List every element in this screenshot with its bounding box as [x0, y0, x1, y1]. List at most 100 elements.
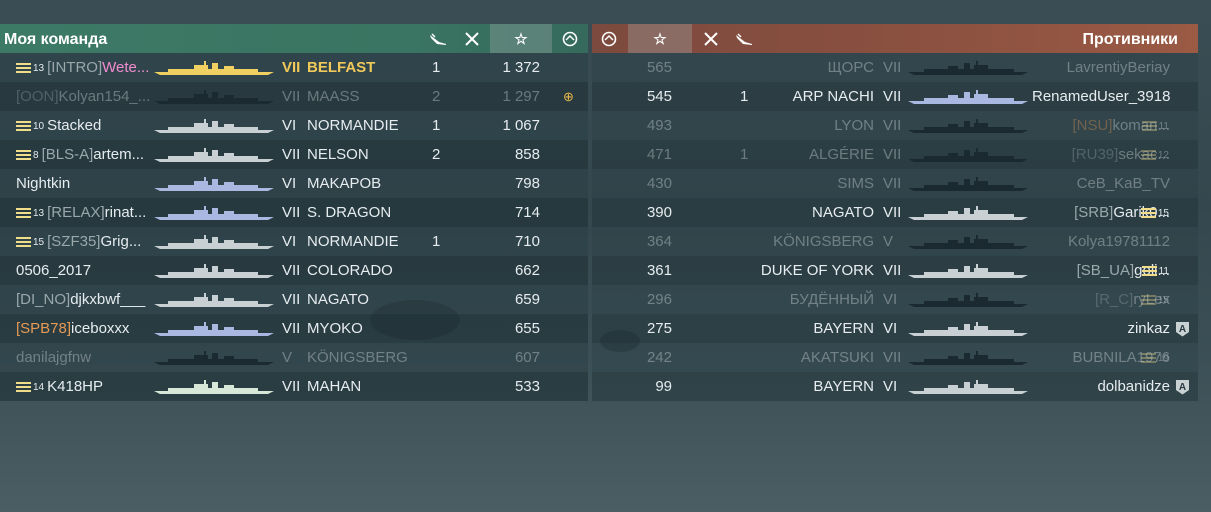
ship-tier: VII — [883, 59, 902, 76]
base-xp: 662 — [514, 262, 540, 279]
player-name: Nightkin — [16, 175, 71, 192]
ship-silhouette-icon — [154, 206, 274, 220]
ship-silhouette — [908, 177, 1028, 191]
player-row[interactable]: [SPB78]iceboxxx VII MYOKO 655 — [0, 314, 588, 343]
rank-insignia-icon — [1140, 353, 1156, 364]
player-row[interactable]: Nightkin VI MAKAPOB 798 — [0, 169, 588, 198]
clan-tag: [SRB] — [1074, 204, 1114, 221]
rank-insignia-icon — [1140, 208, 1156, 219]
ship-name: MYOKO — [307, 320, 363, 337]
base-xp: 296 — [646, 291, 672, 308]
player-row[interactable]: 14 K418HP VII MAHAN 533 — [0, 372, 588, 401]
player-row[interactable]: [OON]Kolyan154_... VII MAASS 2 1 297 ⊕ — [0, 82, 588, 111]
ship-silhouette — [908, 322, 1028, 336]
ship-tier: V — [883, 233, 894, 250]
player-name-cell: LavrentiyBeriay — [1032, 53, 1170, 82]
ship-name: COLORADO — [307, 262, 393, 279]
player-row[interactable]: 13 [RELAX]rinat... VII S. DRAGON 714 — [0, 198, 588, 227]
ship-silhouette — [154, 380, 274, 394]
dogtag-icon[interactable] — [554, 24, 586, 53]
player-row[interactable]: 430 SIMS VII CeB_KaB_TV — [592, 169, 1198, 198]
ship-tier: V — [282, 349, 293, 366]
ship-silhouette — [908, 148, 1028, 162]
player-row[interactable]: 390NAGATOVII[SRB]Garik0...15 — [592, 198, 1198, 227]
ship-silhouette — [154, 148, 274, 162]
base-xp: 275 — [646, 320, 672, 337]
bot-badge-cell: A — [1176, 372, 1189, 401]
rank-insignia-icon — [1141, 121, 1157, 132]
player-name-cell: 13 [RELAX]rinat... — [16, 198, 152, 227]
ship-silhouette — [908, 293, 1028, 307]
ship-tier: VI — [282, 175, 297, 192]
rank-cell: 11 — [1132, 256, 1172, 285]
ship-name: KÖNIGSBERG — [307, 349, 408, 366]
ship-silhouette — [908, 61, 1028, 75]
player-row[interactable]: 493LYONVII[NSU]koman...11 — [592, 111, 1198, 140]
xp-sort-star-icon[interactable]: ☆ — [628, 24, 692, 53]
ship-name: AKATSUKI — [800, 349, 874, 366]
player-name-cell: zinkaz — [1032, 314, 1170, 343]
player-row[interactable]: 242 AKATSUKI VII BUBNILA1976 19 — [592, 343, 1198, 372]
ship-tier: VII — [282, 291, 301, 308]
player-name-cell: 13 [INTRO]Wete... — [16, 53, 152, 82]
base-xp: 565 — [646, 59, 672, 76]
plane-kill-icon[interactable] — [730, 24, 758, 53]
base-xp: 493 — [646, 117, 672, 134]
player-row[interactable]: 565 ЩОРС VII LavrentiyBeriay — [592, 53, 1198, 82]
player-row[interactable]: 15 [SZF35]Grig... VI NORMANDIE 1 710 — [0, 227, 588, 256]
base-xp: 858 — [514, 146, 540, 163]
plane-kill-icon[interactable] — [424, 24, 452, 53]
ship-silhouette — [908, 90, 1028, 104]
xp-sort-star-icon[interactable]: ☆ — [490, 24, 552, 53]
player-row[interactable]: 4711ALGÉRIEVII[RU39]sekac...12 — [592, 140, 1198, 169]
ship-tier: VII — [883, 117, 902, 134]
rank-insignia-icon — [16, 150, 31, 161]
player-name-cell: dolbanidze — [1032, 372, 1170, 401]
ship-silhouette-icon — [908, 61, 1028, 75]
award-icon: ⊕ — [563, 89, 574, 104]
ship-silhouette-icon — [154, 177, 274, 191]
player-row[interactable]: 0506_2017 VII COLORADO 662 — [0, 256, 588, 285]
player-row[interactable]: 275 BAYERN VI zinkaz A — [592, 314, 1198, 343]
clan-tag: [RELAX] — [47, 204, 105, 221]
player-row[interactable]: 10 Stacked VI NORMANDIE 1 1 067 — [0, 111, 588, 140]
player-name: RenamedUser_3918 — [1032, 88, 1170, 105]
player-row[interactable]: [DI_NO]djkxbwf___ VII NAGATO 659 — [0, 285, 588, 314]
base-xp: 1 372 — [502, 59, 540, 76]
ship-silhouette-icon — [908, 322, 1028, 336]
rank-cell: 12 — [1132, 140, 1172, 169]
ship-tier: VI — [883, 378, 898, 395]
player-name: rinat... — [104, 204, 147, 221]
ship-kill-icon[interactable] — [458, 24, 486, 53]
ship-name: БУДЁННЫЙ — [789, 291, 874, 308]
player-name: artem... — [93, 146, 145, 163]
player-row[interactable]: 545 1 ARP NACHI VII RenamedUser_3918 — [592, 82, 1198, 111]
player-name-cell: RenamedUser_3918 — [1032, 82, 1170, 111]
ship-kill-icon[interactable] — [697, 24, 725, 53]
player-name-cell: CeB_KaB_TV — [1032, 169, 1170, 198]
player-row[interactable]: 13 [INTRO]Wete... VII BELFAST 1 1 372 — [0, 53, 588, 82]
player-name: Kolya19781112 — [1067, 233, 1170, 250]
ship-silhouette-icon — [908, 293, 1028, 307]
ship-tier: VII — [883, 349, 902, 366]
ship-name: NORMANDIE — [307, 233, 399, 250]
ship-silhouette-icon — [908, 148, 1028, 162]
ship-tier: VII — [282, 204, 301, 221]
player-row[interactable]: 296БУДЁННЫЙVI[R_C]ryLex15 — [592, 285, 1198, 314]
rank-number: 15 — [33, 236, 45, 248]
ship-silhouette-icon — [154, 322, 274, 336]
ship-silhouette-icon — [154, 293, 274, 307]
clan-tag: [RU39] — [1071, 146, 1119, 163]
player-row[interactable]: danilajgfnw V KÖNIGSBERG 607 — [0, 343, 588, 372]
dogtag-icon[interactable] — [594, 24, 624, 53]
player-row[interactable]: 99 BAYERN VI dolbanidze A — [592, 372, 1198, 401]
base-xp: 533 — [514, 378, 540, 395]
ship-silhouette-icon — [154, 235, 274, 249]
ship-tier: VII — [282, 88, 301, 105]
player-name: danilajgfnw — [16, 349, 92, 366]
player-name-cell: Kolya19781112 — [1032, 227, 1170, 256]
player-row[interactable]: 8 [BLS-A]artem... VII NELSON 2 858 — [0, 140, 588, 169]
player-row[interactable]: 364 KÖNIGSBERG V Kolya19781112 — [592, 227, 1198, 256]
player-row[interactable]: 361DUKE OF YORKVII[SB_UA]goli...11 — [592, 256, 1198, 285]
bot-badge-icon: A — [1176, 379, 1189, 395]
